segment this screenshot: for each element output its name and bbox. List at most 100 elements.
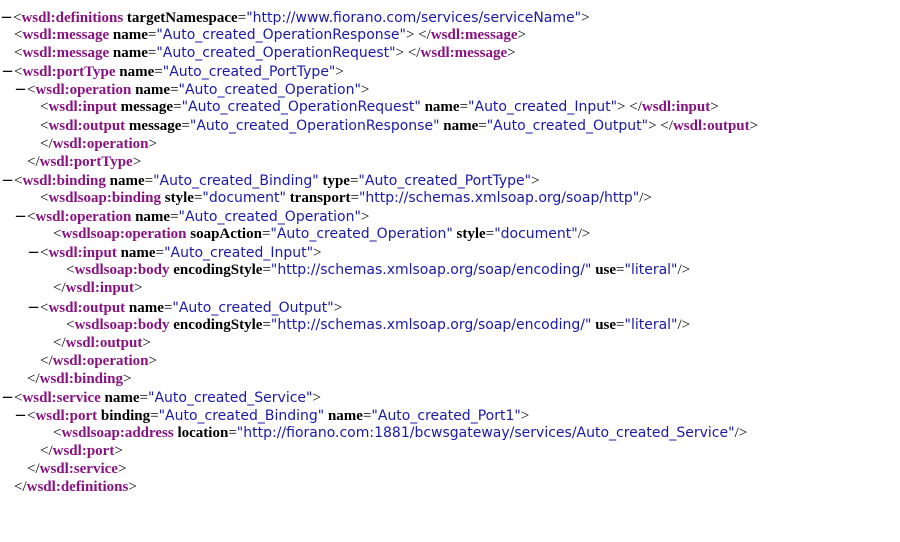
xml-attr-value: "literal" — [624, 316, 678, 333]
xml-attr-value: "Auto_created_OperationRequest" — [156, 45, 396, 62]
xml-tag-name: wsdlsoap:body — [74, 262, 170, 279]
xml-line: </wsdl:operation> — [0, 352, 900, 370]
xml-line: −<wsdl:portType name="Auto_created_PortT… — [0, 62, 900, 80]
xml-tag-name: wsdlsoap:operation — [61, 226, 187, 243]
xml-bracket-selfclose: /> — [677, 262, 691, 279]
xml-equals: = — [181, 117, 190, 134]
xml-attr-value: "http://schemas.xmlsoap.org/soap/http" — [358, 189, 640, 206]
xml-attr-value: "Auto_created_Binding" — [153, 172, 319, 189]
xml-attr-name: name — [424, 99, 460, 116]
xml-bracket-close: > — [360, 82, 370, 99]
xml-tag-name: wsdlsoap:body — [74, 316, 170, 333]
xml-attr-name: location — [177, 425, 229, 442]
xml-bracket-selfclose: /> — [577, 226, 591, 243]
xml-line: </wsdl:definitions> — [0, 478, 900, 496]
xml-line: </wsdl:output> — [0, 334, 900, 352]
xml-attr-value: "http://fiorano.com:1881/bcwsgateway/ser… — [236, 425, 735, 442]
xml-attr-name: name — [112, 27, 148, 44]
xml-attr-value: "Auto_created_Operation" — [178, 209, 361, 226]
xml-close-tag-name: wsdl:operation — [52, 352, 149, 369]
xml-bracket-close: > — [114, 443, 123, 460]
xml-line: <wsdlsoap:address location="http://fiora… — [0, 424, 900, 442]
xml-tree-view: −<wsdl:definitions targetNamespace="http… — [0, 8, 900, 497]
xml-attr-name: transport — [289, 189, 351, 206]
xml-attr-name: type — [322, 172, 350, 189]
xml-attr-name: message — [128, 117, 182, 134]
xml-bracket-close: > — [128, 479, 137, 496]
xml-tag-name: wsdl:operation — [35, 82, 132, 99]
collapse-toggle-icon[interactable]: − — [14, 406, 27, 424]
xml-tag-name: wsdl:output — [48, 117, 126, 134]
xml-line: −<wsdl:operation name="Auto_created_Oper… — [0, 80, 900, 98]
xml-attr-name: style — [164, 189, 194, 206]
collapse-toggle-icon[interactable]: − — [1, 171, 14, 189]
xml-attr-name: name — [104, 389, 140, 406]
xml-close-tag-name: wsdl:message — [430, 27, 518, 44]
xml-line: −<wsdl:service name="Auto_created_Servic… — [0, 388, 900, 406]
collapse-toggle-icon[interactable]: − — [1, 62, 14, 80]
xml-attr-name: name — [120, 245, 156, 262]
xml-line: −<wsdl:port binding="Auto_created_Bindin… — [0, 406, 900, 424]
xml-equals: = — [485, 226, 495, 243]
xml-close-tag-name: wsdl:port — [52, 443, 115, 460]
xml-tag-name: wsdl:input — [48, 245, 117, 262]
xml-line: −<wsdl:definitions targetNamespace="http… — [0, 8, 900, 26]
xml-attr-name: targetNamespace — [126, 10, 238, 26]
xml-attr-value: "document" — [202, 189, 286, 206]
xml-attr-value: "document" — [494, 226, 578, 243]
xml-equals: = — [478, 117, 487, 134]
xml-attr-name: encodingStyle — [173, 262, 263, 279]
xml-attr-name: binding — [100, 408, 151, 425]
xml-close-tag-name-bracket-open: </ — [27, 461, 40, 478]
xml-close-tag-name: wsdl:portType — [39, 153, 133, 170]
xml-tag-name: wsdl:portType — [22, 64, 116, 81]
xml-tag-name: wsdlsoap:binding — [48, 189, 162, 206]
xml-bracket-close: > — [710, 99, 719, 116]
xml-attr-name: name — [327, 408, 363, 425]
xml-equals: = — [144, 172, 154, 189]
collapse-toggle-icon[interactable]: − — [0, 8, 13, 26]
xml-attr-name: message — [120, 99, 174, 116]
xml-attr-name: name — [109, 172, 145, 189]
xml-close-tag-name: wsdl:service — [39, 461, 118, 478]
xml-equals: = — [262, 316, 271, 333]
xml-bracket-close: > — [335, 64, 344, 81]
collapse-toggle-icon[interactable]: − — [1, 388, 14, 406]
xml-close-tag-name: wsdl:definitions — [26, 479, 129, 496]
xml-tag-name: wsdl:message — [22, 45, 110, 62]
xml-line: <wsdlsoap:operation soapAction="Auto_cre… — [0, 225, 900, 243]
xml-attr-name: name — [135, 82, 171, 99]
xml-attr-value: "Auto_created_OperationResponse" — [189, 117, 440, 134]
xml-tag-name: wsdl:definitions — [21, 10, 124, 26]
collapse-toggle-icon[interactable]: − — [14, 207, 27, 225]
xml-attr-value: "Auto_created_Binding" — [158, 408, 325, 425]
xml-tag-name: wsdl:service — [22, 389, 101, 406]
xml-line: <wsdl:input message="Auto_created_Operat… — [0, 98, 900, 116]
xml-close-tag-name: wsdl:binding — [39, 370, 124, 387]
xml-line: <wsdl:message name="Auto_created_Operati… — [0, 26, 900, 44]
collapse-toggle-icon[interactable]: − — [27, 298, 40, 316]
xml-attr-name: name — [119, 64, 155, 81]
xml-bracket-close: > — [313, 245, 322, 262]
xml-equals: = — [170, 82, 179, 99]
collapse-toggle-icon[interactable]: − — [14, 80, 27, 98]
xml-tag-name: wsdl:message — [22, 27, 110, 44]
xml-line: <wsdl:message name="Auto_created_Operati… — [0, 44, 900, 62]
xml-line: <wsdlsoap:binding style="document" trans… — [0, 189, 900, 207]
xml-attr-value: "Auto_created_Service" — [148, 389, 313, 406]
xml-attr-name: use — [595, 316, 617, 333]
xml-close-bracket-open: </ — [404, 45, 421, 62]
xml-bracket-close: > — [312, 389, 321, 406]
xml-line: <wsdlsoap:body encodingStyle="http://sch… — [0, 261, 900, 279]
xml-attr-value: "Auto_created_Port1" — [371, 408, 521, 425]
xml-attr-value: "Auto_created_Input" — [468, 99, 618, 116]
xml-bracket-close: > — [123, 370, 132, 387]
xml-equals: = — [139, 389, 148, 406]
xml-equals: = — [350, 189, 359, 206]
xml-bracket-close: > — [360, 209, 370, 226]
xml-line: −<wsdl:input name="Auto_created_Input"> — [0, 243, 900, 261]
xml-tag-name: wsdlsoap:address — [61, 425, 174, 442]
xml-bracket-close: > — [507, 45, 516, 62]
xml-attr-name: name — [443, 117, 479, 134]
collapse-toggle-icon[interactable]: − — [27, 243, 40, 261]
